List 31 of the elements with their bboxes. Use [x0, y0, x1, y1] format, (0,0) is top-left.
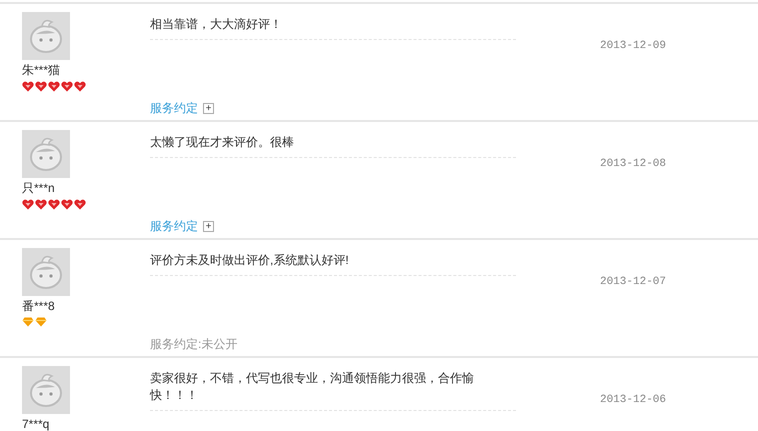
heart-icon [61, 199, 73, 210]
user-name: 只***n [22, 180, 55, 196]
diamond-icon [22, 317, 34, 327]
avatar-icon [22, 130, 70, 178]
review-comment: 评价方未及时做出评价,系统默认好评! [150, 252, 350, 269]
heart-icon [74, 199, 86, 210]
expand-button[interactable]: + [203, 220, 214, 232]
review-date: 2013-12-07 [600, 275, 666, 290]
review-comment: 卖家很好，不错，代写也很专业，沟通领悟能力很强，合作愉快！！！ [150, 370, 475, 404]
review-comment: 太懒了现在才来评价。很棒 [150, 134, 295, 151]
heart-icon [35, 81, 47, 92]
heart-icon [74, 81, 86, 92]
user-name: 7***q [22, 416, 50, 431]
avatar-icon [22, 12, 70, 60]
avatar-icon [22, 366, 70, 414]
expand-button[interactable]: + [203, 102, 214, 114]
heart-icon [22, 81, 34, 92]
diamond-icon [35, 317, 47, 327]
user-name: 番***8 [22, 298, 55, 314]
avatar-icon [22, 248, 70, 296]
heart-icon [48, 81, 60, 92]
service-status: 服务约定:未公开 [150, 336, 238, 352]
heart-icon [35, 199, 47, 210]
heart-icon [22, 199, 34, 210]
user-name: 朱***猫 [22, 62, 60, 78]
review-date: 2013-12-08 [600, 157, 666, 172]
review-date: 2013-12-09 [600, 39, 666, 54]
heart-icon [48, 199, 60, 210]
review-comment: 相当靠谱，大大滴好评！ [150, 16, 283, 33]
review-date: 2013-12-06 [600, 393, 666, 408]
heart-icon [61, 81, 73, 92]
